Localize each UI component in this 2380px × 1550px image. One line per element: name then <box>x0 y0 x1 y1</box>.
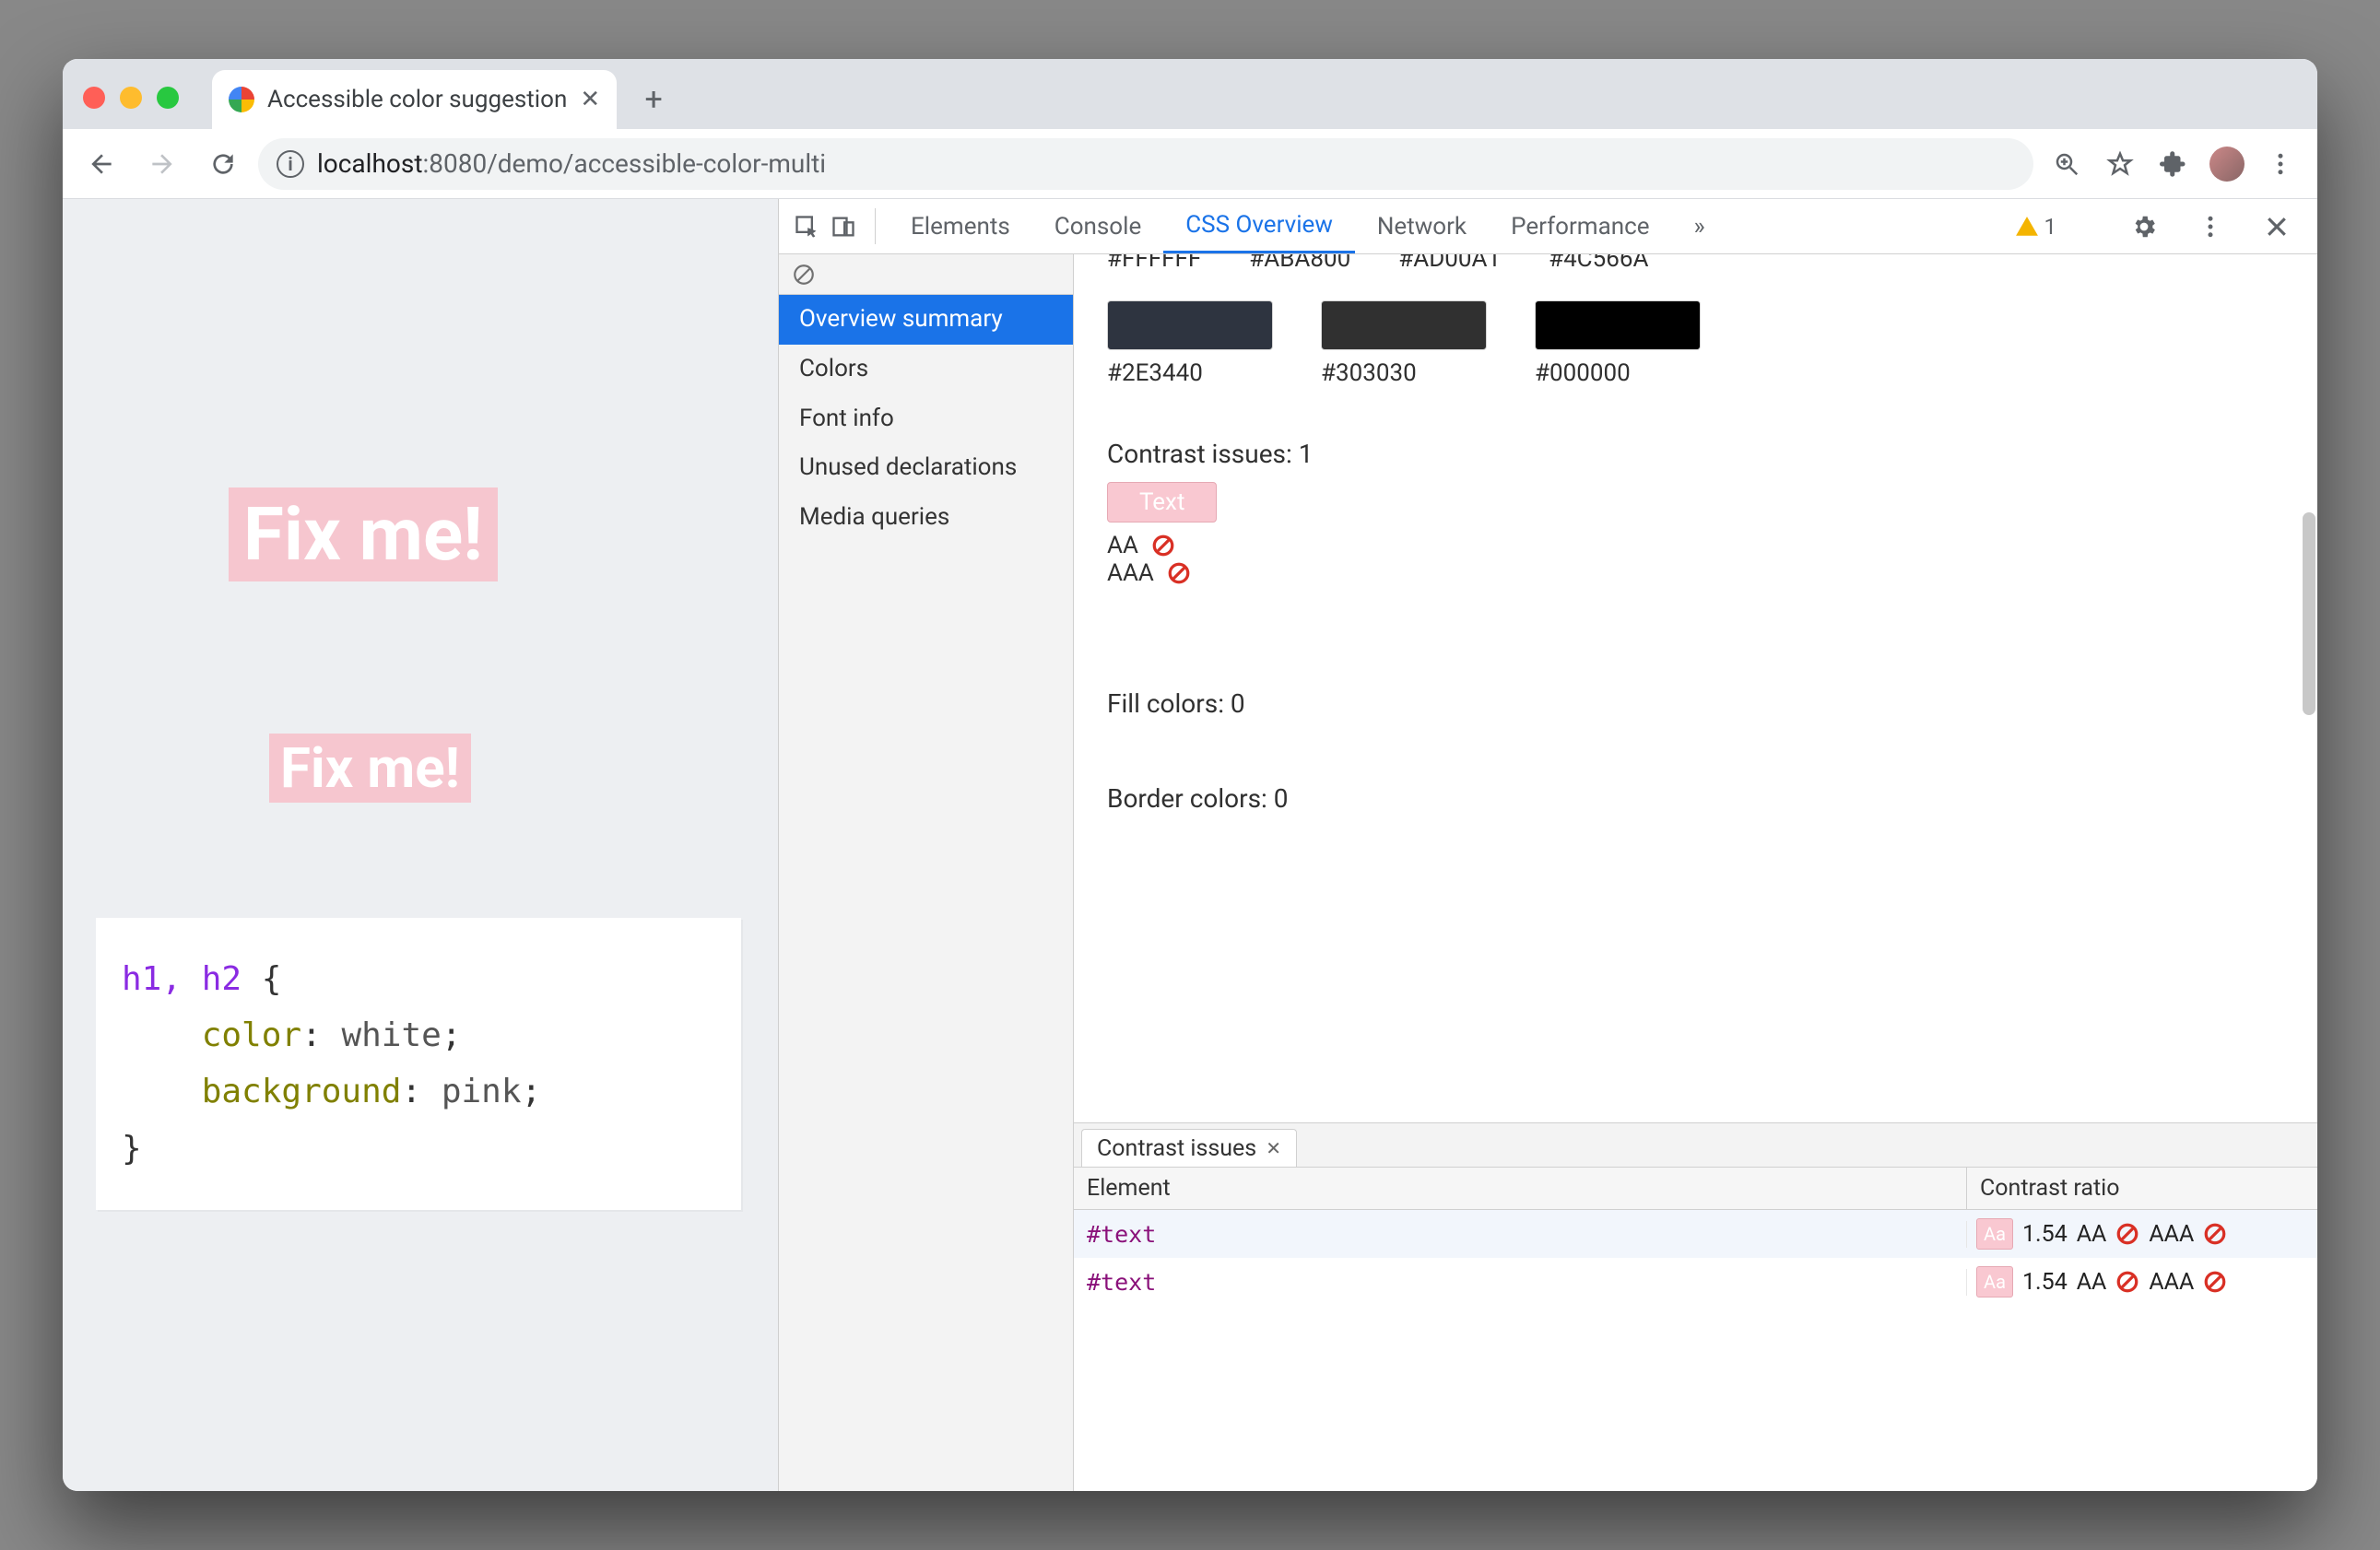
sidebar-item-font-info[interactable]: Font info <box>779 394 1073 444</box>
inspect-element-icon[interactable] <box>788 199 825 253</box>
swatch-label: #FFFFFF <box>1107 254 1201 273</box>
page-heading-2: Fix me! <box>269 734 471 803</box>
devtools-close-icon[interactable] <box>2253 203 2301 251</box>
tab-elements[interactable]: Elements <box>889 199 1032 253</box>
tab-console[interactable]: Console <box>1032 199 1163 253</box>
swatch-label: #2E3440 <box>1107 359 1273 387</box>
tab-more[interactable]: » <box>1671 199 1726 253</box>
swatch-label: #000000 <box>1535 359 1701 387</box>
zoom-icon[interactable] <box>2043 140 2091 188</box>
aaa-label: AAA <box>1107 559 1154 587</box>
col-ratio-header: Contrast ratio <box>1967 1168 2317 1209</box>
close-tab-icon[interactable]: ✕ <box>580 86 600 113</box>
close-window-button[interactable] <box>83 87 105 109</box>
browser-toolbar: i localhost:8080/demo/accessible-color-m… <box>63 129 2317 199</box>
reload-button[interactable] <box>197 138 249 190</box>
new-tab-button[interactable]: + <box>630 76 677 123</box>
device-toolbar-icon[interactable] <box>825 199 862 253</box>
sidebar-item-colors[interactable]: Colors <box>779 345 1073 394</box>
address-bar[interactable]: i localhost:8080/demo/accessible-color-m… <box>258 138 2033 190</box>
fail-icon <box>2115 1222 2139 1246</box>
border-colors-heading: Border colors: 0 <box>1107 783 2284 814</box>
forward-button[interactable] <box>136 138 188 190</box>
css-overview-sidebar: Overview summary Colors Font info Unused… <box>779 254 1074 1491</box>
swatch-label: #ABA800 <box>1249 254 1350 273</box>
sidebar-item-overview-summary[interactable]: Overview summary <box>779 295 1073 345</box>
clear-overview-icon[interactable] <box>779 254 1073 295</box>
color-swatch[interactable] <box>1321 300 1487 350</box>
tab-strip: Accessible color suggestion ✕ + <box>63 59 2317 129</box>
extensions-icon[interactable] <box>2150 140 2197 188</box>
contrast-swatch: Aa <box>1976 1218 2013 1250</box>
page-viewport: Fix me! Fix me! h1, h2 { color: white; b… <box>63 199 778 1491</box>
table-row[interactable]: #text Aa 1.54 AA AAA <box>1074 1258 2317 1306</box>
tab-css-overview[interactable]: CSS Overview <box>1163 199 1355 253</box>
tab-favicon <box>229 87 254 112</box>
fail-icon <box>2115 1270 2139 1294</box>
aa-label: AA <box>1107 532 1138 559</box>
window-controls <box>74 87 194 129</box>
devtools-menu-icon[interactable] <box>2186 203 2234 251</box>
fail-icon <box>1167 561 1191 585</box>
browser-window: Accessible color suggestion ✕ + i localh… <box>63 59 2317 1491</box>
bookmark-icon[interactable] <box>2096 140 2144 188</box>
devtools-tabbar: Elements Console CSS Overview Network Pe… <box>779 199 2317 254</box>
code-prop-color: color <box>202 1016 301 1054</box>
close-drawer-tab-icon[interactable]: ✕ <box>1266 1137 1281 1159</box>
back-button[interactable] <box>76 138 127 190</box>
swatch-label: #4C566A <box>1549 254 1648 273</box>
warnings-chip[interactable]: 1 <box>2015 214 2057 240</box>
site-info-icon[interactable]: i <box>277 150 304 178</box>
code-selector: h1, h2 <box>122 960 242 998</box>
css-overview-main: #FFFFFF #ABA800 #AD00A1 #4C566A #2E3440 <box>1074 254 2317 1491</box>
maximize-window-button[interactable] <box>157 87 179 109</box>
contrast-issues-heading: Contrast issues: 1 <box>1107 439 2284 469</box>
contrast-issue-chip[interactable]: Text <box>1107 482 1217 523</box>
fail-icon <box>1151 534 1175 558</box>
fill-colors-heading: Fill colors: 0 <box>1107 688 2284 719</box>
swatch-label: #303030 <box>1321 359 1487 387</box>
devtools-settings-icon[interactable] <box>2120 203 2168 251</box>
devtools-panel: Elements Console CSS Overview Network Pe… <box>778 199 2317 1491</box>
page-heading-1: Fix me! <box>229 487 498 581</box>
drawer-tab-contrast-issues[interactable]: Contrast issues ✕ <box>1081 1129 1297 1167</box>
drawer-table-body: #text Aa 1.54 AA AAA <box>1074 1210 2317 1491</box>
sidebar-item-unused-declarations[interactable]: Unused declarations <box>779 443 1073 493</box>
tab-title: Accessible color suggestion <box>267 86 567 113</box>
page-code-block: h1, h2 { color: white; background: pink;… <box>96 918 741 1210</box>
contrast-swatch: Aa <box>1976 1266 2013 1298</box>
fail-icon <box>2203 1270 2227 1294</box>
browser-tab[interactable]: Accessible color suggestion ✕ <box>212 70 617 129</box>
drawer-table-header: Element Contrast ratio <box>1074 1168 2317 1210</box>
tab-network[interactable]: Network <box>1355 199 1489 253</box>
minimize-window-button[interactable] <box>120 87 142 109</box>
code-prop-background: background <box>202 1073 402 1110</box>
tab-performance[interactable]: Performance <box>1489 199 1671 253</box>
content-area: Fix me! Fix me! h1, h2 { color: white; b… <box>63 199 2317 1491</box>
contrast-issues-drawer: Contrast issues ✕ Element Contrast ratio <box>1074 1122 2317 1491</box>
url-text: localhost:8080/demo/accessible-color-mul… <box>317 148 826 179</box>
swatch-label: #AD00A1 <box>1398 254 1501 273</box>
color-swatch[interactable] <box>1535 300 1701 350</box>
browser-menu-icon[interactable] <box>2256 140 2304 188</box>
table-row[interactable]: #text Aa 1.54 AA AAA <box>1074 1210 2317 1258</box>
col-element-header: Element <box>1074 1168 1967 1209</box>
color-swatch[interactable] <box>1107 300 1273 350</box>
fail-icon <box>2203 1222 2227 1246</box>
sidebar-item-media-queries[interactable]: Media queries <box>779 493 1073 543</box>
profile-avatar[interactable] <box>2203 140 2251 188</box>
